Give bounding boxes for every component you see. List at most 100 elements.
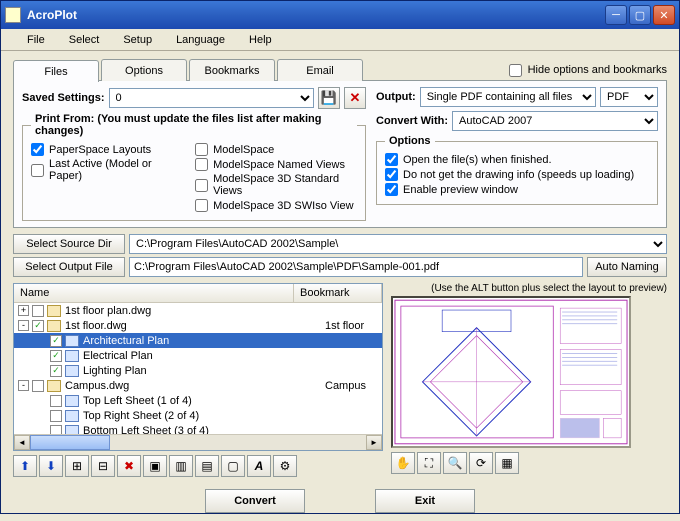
output-format-select[interactable]: PDF	[600, 87, 658, 107]
tree-row[interactable]: +1st floor plan.dwg	[14, 303, 382, 318]
delete-settings-button[interactable]: ✕	[344, 87, 366, 109]
chk-no-drawinfo[interactable]: Do not get the drawing info (speeds up l…	[385, 168, 649, 181]
tree-row[interactable]: Bottom Left Sheet (3 of 4)	[14, 423, 382, 434]
font-button[interactable]: A	[247, 455, 271, 477]
rotate-icon: ⟳	[476, 456, 486, 470]
row-checkbox[interactable]	[32, 320, 44, 332]
row-checkbox[interactable]	[50, 410, 62, 422]
auto-naming-button[interactable]: Auto Naming	[587, 257, 667, 277]
row-name: Architectural Plan	[83, 335, 325, 347]
expand-icon[interactable]: +	[18, 305, 29, 316]
chk-lastactive[interactable]: Last Active (Model or Paper)	[31, 158, 175, 182]
tree-row[interactable]: Top Left Sheet (1 of 4)	[14, 393, 382, 408]
select-group-icon: ▥	[175, 459, 186, 473]
chk-paperspace[interactable]: PaperSpace Layouts	[31, 143, 175, 156]
menu-file[interactable]: File	[15, 31, 57, 49]
window-icon: ▦	[501, 456, 512, 470]
move-down-button[interactable]: ⬇	[39, 455, 63, 477]
preview-button[interactable]: ▦	[495, 452, 519, 474]
list-body[interactable]: +1st floor plan.dwg-1st floor.dwg1st flo…	[14, 303, 382, 434]
save-settings-button[interactable]: 💾	[318, 87, 340, 109]
row-checkbox[interactable]	[50, 335, 62, 347]
menu-select[interactable]: Select	[57, 31, 112, 49]
add-button[interactable]: ⊞	[65, 455, 89, 477]
output-type-select[interactable]: Single PDF containing all files	[420, 87, 596, 107]
convert-button[interactable]: Convert	[205, 489, 305, 513]
menu-setup[interactable]: Setup	[111, 31, 164, 49]
file-icon	[47, 305, 61, 317]
row-checkbox[interactable]	[50, 365, 62, 377]
tree-row[interactable]: Electrical Plan	[14, 348, 382, 363]
row-checkbox[interactable]	[32, 305, 44, 317]
select-source-dir-button[interactable]: Select Source Dir	[13, 234, 125, 254]
zoom-button[interactable]: 🔍	[443, 452, 467, 474]
menu-language[interactable]: Language	[164, 31, 237, 49]
remove-button[interactable]: ⊟	[91, 455, 115, 477]
row-name: Electrical Plan	[83, 350, 325, 362]
hide-options-input[interactable]	[509, 64, 522, 77]
minimize-button[interactable]: ─	[605, 5, 627, 25]
source-dir-field[interactable]: C:\Program Files\AutoCAD 2002\Sample\	[129, 234, 667, 254]
tree-row[interactable]: Architectural Plan	[14, 333, 382, 348]
close-button[interactable]: ✕	[653, 5, 675, 25]
deselect-all-button[interactable]: ▢	[221, 455, 245, 477]
saved-settings-label: Saved Settings:	[22, 92, 105, 104]
pan-button[interactable]: ✋	[391, 452, 415, 474]
arrow-down-icon: ⬇	[46, 459, 56, 473]
convert-with-select[interactable]: AutoCAD 2007	[452, 111, 658, 131]
tree-row[interactable]: -Campus.dwgCampus	[14, 378, 382, 393]
rotate-button[interactable]: ⟳	[469, 452, 493, 474]
tab-email[interactable]: Email	[277, 59, 363, 81]
layout-icon	[65, 410, 79, 422]
tabs: Files Options Bookmarks Email	[13, 59, 365, 81]
tab-options[interactable]: Options	[101, 59, 187, 81]
h-scrollbar[interactable]: ◄ ►	[14, 434, 382, 450]
preview-box	[391, 296, 631, 448]
maximize-button[interactable]: ▢	[629, 5, 651, 25]
chk-ms-swiso[interactable]: ModelSpace 3D SWIso View	[195, 199, 357, 212]
properties-button[interactable]: ⚙	[273, 455, 297, 477]
magnifier-icon: 🔍	[448, 456, 463, 470]
menubar: File Select Setup Language Help	[1, 29, 679, 51]
collapse-icon[interactable]: -	[18, 320, 29, 331]
row-checkbox[interactable]	[50, 425, 62, 435]
deselect-group-button[interactable]: ▤	[195, 455, 219, 477]
row-checkbox[interactable]	[50, 350, 62, 362]
delete-button[interactable]: ✖	[117, 455, 141, 477]
tree-row[interactable]: Top Right Sheet (2 of 4)	[14, 408, 382, 423]
menu-help[interactable]: Help	[237, 31, 284, 49]
scroll-right-icon[interactable]: ►	[366, 435, 382, 450]
print-from-fieldset: Print From: (You must update the files l…	[22, 113, 366, 221]
hide-options-checkbox[interactable]: Hide options and bookmarks	[509, 64, 667, 77]
select-all-button[interactable]: ▣	[143, 455, 167, 477]
tree-row[interactable]: -1st floor.dwg1st floor	[14, 318, 382, 333]
col-name[interactable]: Name	[14, 284, 294, 302]
chk-ms-named[interactable]: ModelSpace Named Views	[195, 158, 357, 171]
layout-icon	[65, 350, 79, 362]
tree-row[interactable]: Lighting Plan	[14, 363, 382, 378]
move-up-button[interactable]: ⬆	[13, 455, 37, 477]
chk-enable-preview[interactable]: Enable preview window	[385, 183, 649, 196]
row-checkbox[interactable]	[32, 380, 44, 392]
select-all-icon: ▣	[149, 459, 160, 473]
tab-bookmarks[interactable]: Bookmarks	[189, 59, 275, 81]
saved-settings-select[interactable]: 0	[109, 88, 314, 108]
col-bookmark[interactable]: Bookmark	[294, 284, 382, 302]
select-group-button[interactable]: ▥	[169, 455, 193, 477]
scroll-left-icon[interactable]: ◄	[14, 435, 30, 450]
delete-icon: ✕	[350, 90, 361, 106]
select-output-file-button[interactable]: Select Output File	[13, 257, 125, 277]
tab-files[interactable]: Files	[13, 60, 99, 82]
chk-open-finished[interactable]: Open the file(s) when finished.	[385, 153, 649, 166]
zoom-extents-button[interactable]: ⛶	[417, 452, 441, 474]
output-file-field[interactable]	[129, 257, 583, 277]
collapse-icon[interactable]: -	[18, 380, 29, 391]
chk-modelspace[interactable]: ModelSpace	[195, 143, 357, 156]
scroll-thumb[interactable]	[30, 435, 110, 450]
font-icon: A	[255, 459, 264, 473]
exit-button[interactable]: Exit	[375, 489, 475, 513]
left-toolbar: ⬆ ⬇ ⊞ ⊟ ✖ ▣ ▥ ▤ ▢ A ⚙	[13, 455, 383, 477]
row-checkbox[interactable]	[50, 395, 62, 407]
chk-ms-3dstd[interactable]: ModelSpace 3D Standard Views	[195, 173, 357, 197]
layout-icon	[65, 365, 79, 377]
